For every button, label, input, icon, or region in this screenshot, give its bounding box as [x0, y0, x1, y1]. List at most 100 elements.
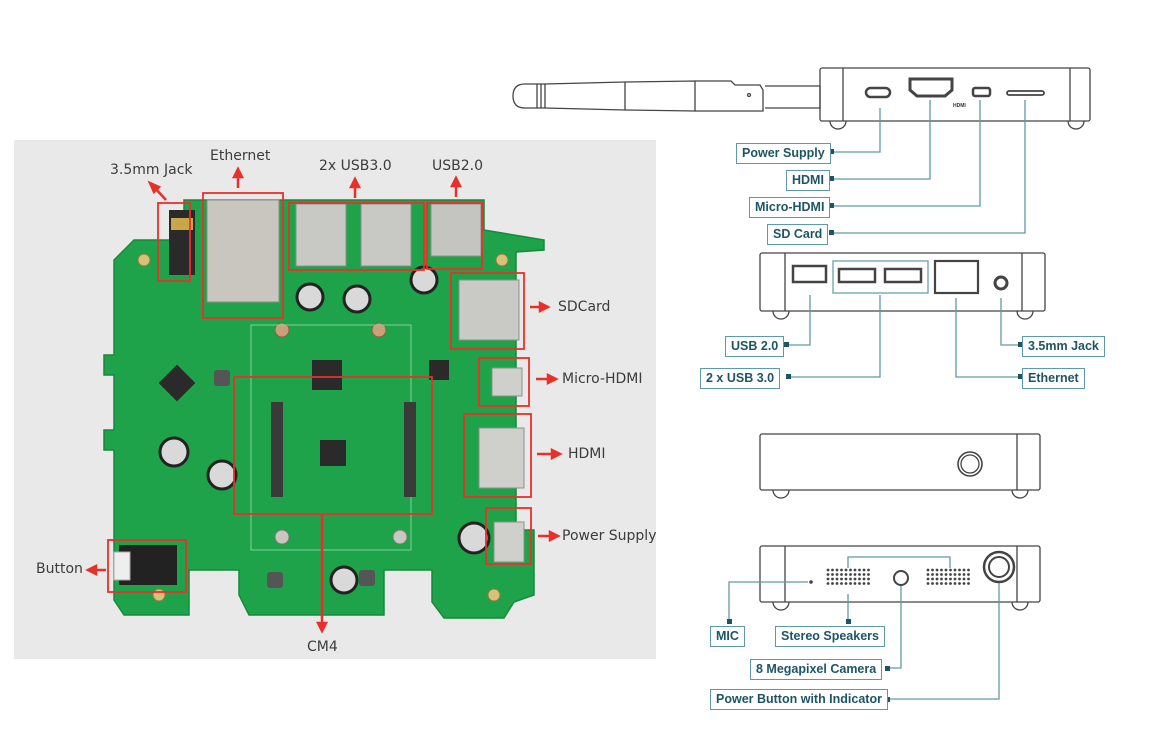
callout-usb3: 2 x USB 3.0: [700, 368, 781, 389]
label-button: Button: [36, 561, 83, 577]
bracket-speakers: [847, 556, 951, 568]
speaker-hole: [849, 582, 852, 585]
ethernet-component: [206, 199, 280, 303]
speaker-hole: [958, 573, 961, 576]
usb3-component: [360, 203, 412, 267]
speaker-hole: [849, 573, 852, 576]
pcb-illustration: [85, 166, 563, 634]
speaker-hole: [835, 577, 839, 581]
micro-hdmi-component: [491, 367, 523, 397]
speaker-hole: [931, 582, 934, 585]
speaker-hole: [867, 577, 870, 581]
mount-hole: [137, 253, 151, 267]
speaker-hole: [858, 573, 861, 576]
capacitor: [329, 565, 359, 595]
chip: [312, 360, 342, 390]
callout-speakers: Stereo Speakers: [775, 626, 885, 647]
callout-camera: 8 Megapixel Camera: [750, 659, 883, 680]
label-cm4: CM4: [307, 639, 338, 655]
speaker-hole: [967, 582, 970, 585]
label-sdcard: SDCard: [558, 299, 611, 315]
speaker-hole: [844, 573, 848, 576]
speaker-hole: [962, 582, 966, 585]
cm4-connector: [271, 402, 283, 497]
label-ethernet: Ethernet: [210, 148, 271, 164]
callout-ethernet: Ethernet: [1022, 368, 1085, 389]
speaker-hole: [844, 582, 848, 585]
hdmi-component: [478, 427, 525, 489]
callout-usb2: USB 2.0: [725, 336, 785, 357]
speaker-hole: [831, 568, 834, 572]
callout-power-supply: Power Supply: [736, 143, 831, 164]
speaker-hole: [840, 573, 843, 576]
speaker-hole: [849, 577, 852, 581]
usb2-component: [430, 203, 482, 257]
capacitor: [206, 459, 238, 491]
speaker-hole: [826, 577, 830, 581]
speaker-hole: [931, 568, 934, 572]
hdmi-port-icon: [908, 77, 954, 98]
leader-hdmi: [832, 100, 931, 180]
capacitor: [342, 284, 372, 314]
speaker-hole: [849, 568, 852, 572]
inductor: [359, 570, 375, 586]
speaker-hole: [962, 573, 966, 576]
mount-hole: [152, 588, 166, 602]
camera-icon: [893, 570, 909, 586]
chip: [320, 440, 346, 466]
speaker-hole: [944, 582, 948, 585]
speaker-hole: [958, 568, 961, 572]
mic-hole-icon: [809, 580, 813, 584]
speaker-hole: [926, 582, 930, 585]
speaker-hole: [853, 573, 857, 576]
speaker-hole: [967, 577, 970, 581]
speaker-hole: [935, 573, 939, 576]
leader-usb3: [788, 295, 881, 378]
callout-jack: 3.5mm Jack: [1022, 336, 1105, 357]
speaker-hole: [926, 568, 930, 572]
callout-power-button: Power Button with Indicator: [710, 689, 888, 710]
speaker-hole: [953, 573, 957, 576]
speaker-hole: [949, 582, 952, 585]
usb3-port-icon: [837, 267, 877, 284]
speaker-hole: [862, 568, 866, 572]
speaker-hole: [840, 568, 843, 572]
hdmi-port-text: HDMI: [953, 103, 966, 109]
speaker-hole: [844, 568, 848, 572]
label-power: Power Supply: [562, 528, 657, 544]
speaker-hole: [940, 582, 943, 585]
label-micro-hdmi: Micro-HDMI: [562, 371, 643, 387]
device-top-view: [819, 67, 1091, 130]
sdcard-component: [458, 279, 520, 341]
capacitor: [158, 436, 190, 468]
board-photo-panel: 3.5mm Jack Ethernet 2x USB3.0 USB2.0 SDC…: [14, 140, 657, 659]
usb-c-port-icon: [864, 86, 892, 99]
sd-slot-icon: [1006, 90, 1045, 96]
speaker-hole: [835, 568, 839, 572]
mount-hole: [274, 529, 290, 545]
speaker-grille-right: [926, 568, 970, 585]
speaker-hole: [949, 577, 952, 581]
speaker-hole: [931, 573, 934, 576]
speaker-hole: [840, 582, 843, 585]
speaker-hole: [826, 582, 830, 585]
leader-usb2: [786, 295, 811, 346]
speaker-hole: [867, 568, 870, 572]
leader-micro-hdmi: [832, 100, 981, 207]
speaker-hole: [831, 573, 834, 576]
callout-sd-card: SD Card: [767, 224, 829, 245]
speaker-hole: [944, 577, 948, 581]
speaker-hole: [935, 582, 939, 585]
speaker-hole: [831, 582, 834, 585]
speaker-hole: [962, 568, 966, 572]
speaker-hole: [935, 568, 939, 572]
ethernet-port-icon: [933, 259, 980, 295]
usb3-port-icon: [883, 267, 923, 284]
speaker-hole: [958, 582, 961, 585]
leader-sd-card: [832, 100, 1026, 234]
callout-hdmi: HDMI: [786, 170, 830, 191]
antenna-icon: [512, 80, 821, 112]
mount-hole: [495, 253, 509, 267]
speaker-hole: [931, 577, 934, 581]
speaker-hole: [926, 573, 930, 576]
